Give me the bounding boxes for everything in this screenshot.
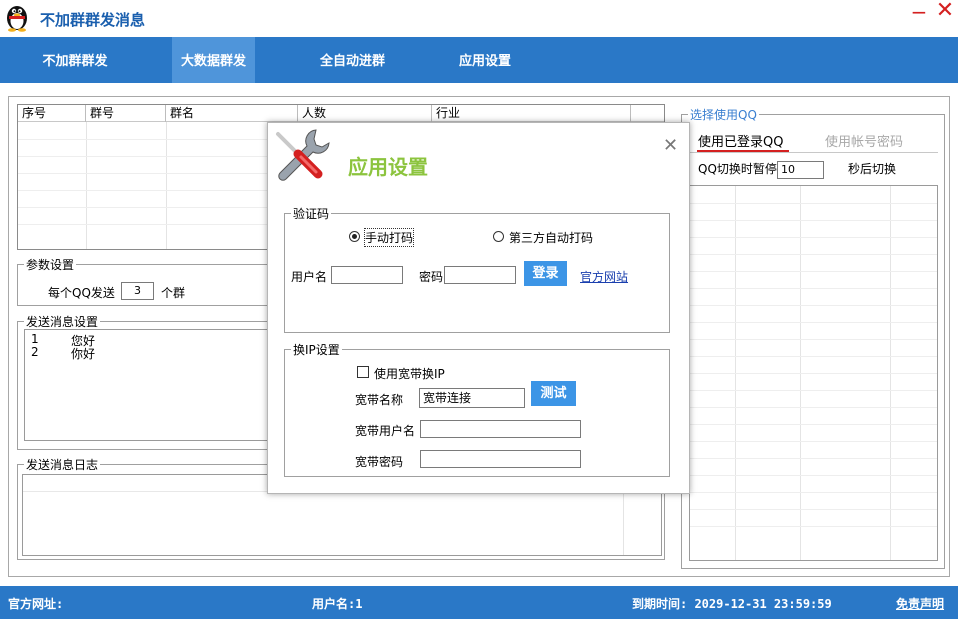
use-broadband-label[interactable]: 使用宽带换IP <box>374 365 445 382</box>
close-button[interactable]: ✕ <box>934 0 956 23</box>
params-legend: 参数设置 <box>26 258 75 272</box>
ip-switch-legend: 换IP设置 <box>293 343 340 357</box>
broadband-name-input[interactable]: 宽带连接 <box>419 388 525 408</box>
app-title: 不加群群发消息 <box>40 11 146 29</box>
tab-logged-in-qq[interactable]: 使用已登录QQ <box>698 131 783 150</box>
password-input[interactable] <box>444 266 516 284</box>
login-button[interactable]: 登录 <box>524 261 567 286</box>
message-text: 你好 <box>71 347 96 361</box>
column-header[interactable]: 行业 <box>432 105 631 122</box>
per-qq-unit: 个群 <box>161 286 186 300</box>
broadband-password-label: 宽带密码 <box>355 455 404 469</box>
official-site-link[interactable]: 官方网站 <box>580 268 628 285</box>
manual-captcha-radio[interactable] <box>349 231 360 242</box>
qq-select-legend: 选择使用QQ <box>690 108 757 122</box>
status-bar: 官方网址: 用户名:1 到期时间: 2029-12-31 23:59:59 免责… <box>0 586 958 619</box>
third-party-captcha-radio[interactable] <box>493 231 504 242</box>
switch-suffix-label: 秒后切换 <box>848 162 897 176</box>
use-broadband-checkbox[interactable] <box>357 366 369 378</box>
dialog-title: 应用设置 <box>348 155 428 179</box>
column-header[interactable]: 人数 <box>298 105 432 122</box>
minimize-button[interactable]: − <box>909 2 929 23</box>
message-num: 2 <box>31 345 39 359</box>
tab-auto-join[interactable]: 全自动进群 <box>300 37 405 83</box>
manual-captcha-label[interactable]: 手动打码 <box>363 228 415 247</box>
broadband-user-input[interactable] <box>420 420 581 438</box>
test-button[interactable]: 测试 <box>531 381 576 406</box>
broadband-name-label: 宽带名称 <box>355 393 404 407</box>
tab-divider <box>690 152 938 153</box>
username-status: 用户名:1 <box>312 597 363 611</box>
column-header[interactable]: 群名 <box>166 105 298 122</box>
tab-app-settings[interactable]: 应用设置 <box>440 37 530 83</box>
password-label: 密码 <box>419 270 444 284</box>
app-settings-dialog: 应用设置 ✕ 验证码 手动打码 第三方自动打码 用户名 密码 登录 官方网站 换… <box>267 122 690 494</box>
switch-pause-input[interactable]: 10 <box>777 161 824 179</box>
group-table-header: 序号 群号 群名 人数 行业 <box>18 105 664 122</box>
send-log-legend: 发送消息日志 <box>26 458 99 472</box>
per-qq-label: 每个QQ发送 <box>48 286 115 300</box>
third-party-captcha-label[interactable]: 第三方自动打码 <box>509 229 593 246</box>
column-header[interactable]: 序号 <box>18 105 86 122</box>
website-label: 官方网址: <box>8 597 64 611</box>
expiry-status: 到期时间: 2029-12-31 23:59:59 <box>632 597 832 611</box>
tools-icon <box>270 124 334 188</box>
message-list[interactable]: 1 您好 2 你好 <box>24 329 274 441</box>
switch-pause-label: QQ切换时暂停 <box>698 162 777 176</box>
username-label: 用户名 <box>291 270 328 284</box>
qq-penguin-icon <box>4 2 30 32</box>
captcha-legend: 验证码 <box>293 207 330 221</box>
main-nav: 不加群群发 大数据群发 全自动进群 应用设置 <box>0 37 958 83</box>
per-qq-count-input[interactable]: 3 <box>121 282 154 300</box>
broadband-user-label: 宽带用户名 <box>355 424 416 438</box>
tab-no-join-broadcast[interactable]: 不加群群发 <box>0 37 150 83</box>
message-settings-legend: 发送消息设置 <box>26 315 99 329</box>
qq-account-list[interactable] <box>689 185 938 561</box>
dialog-close-button[interactable]: ✕ <box>663 135 678 156</box>
column-header[interactable]: 群号 <box>86 105 166 122</box>
disclaimer-link[interactable]: 免责声明 <box>896 595 944 612</box>
broadband-password-input[interactable] <box>420 450 581 468</box>
username-input[interactable] <box>331 266 403 284</box>
tab-account-password[interactable]: 使用帐号密码 <box>825 131 903 150</box>
message-num: 1 <box>31 332 39 346</box>
tab-big-data-broadcast[interactable]: 大数据群发 <box>172 37 255 83</box>
